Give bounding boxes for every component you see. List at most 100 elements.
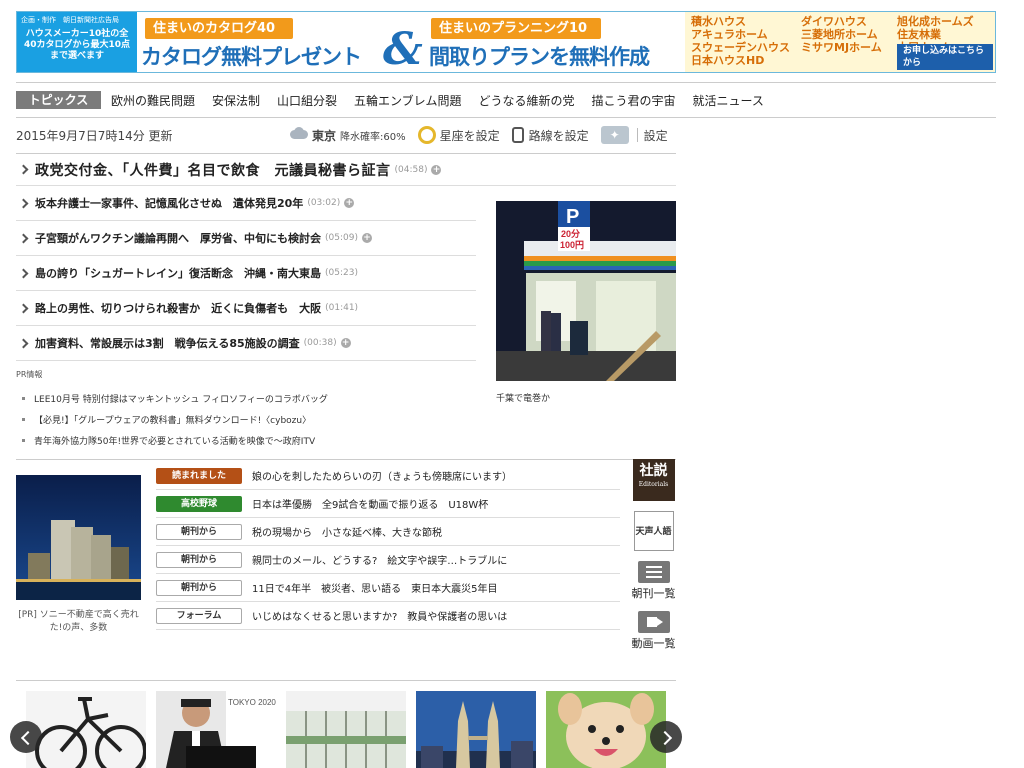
promo-image[interactable]: [16, 475, 141, 600]
parking-sign-price: 100円: [560, 240, 584, 250]
topic-link[interactable]: 描こう君の宇宙: [591, 92, 675, 109]
featured-title[interactable]: いじめはなくせると思いますか? 教員や保護者の思いは: [252, 608, 507, 623]
pr-item-text[interactable]: LEE10月号 特別付録はマッキントッシュ フィロソフィーのコラボバッグ: [34, 392, 328, 405]
featured-title[interactable]: 日本は準優勝 全9試合を動画で振り返る U18W杯: [252, 496, 488, 511]
pr-item-text[interactable]: 青年海外協力隊50年!世界で必要とされている活動を映像で～政府ITV: [34, 434, 315, 447]
brand-name: スウェーデンハウス: [691, 41, 790, 54]
ad-banner[interactable]: 企画・制作 朝日新聞社広告局 ハウスメーカー10社の全40カタログから最大10点…: [16, 11, 996, 75]
video-list-link[interactable]: 動画一覧: [631, 635, 676, 651]
topic-link[interactable]: 安保法制: [212, 92, 260, 109]
banner-tag-catalog-text: 住まいのカタログ: [153, 21, 258, 36]
pr-item[interactable]: 【必見!】「グループウェアの教科書」無料ダウンロード!〈cybozu〉: [16, 409, 476, 430]
bullet-icon: [22, 397, 25, 400]
banner-sponsor-label: 企画・制作 朝日新聞社広告局: [21, 16, 119, 24]
featured-item[interactable]: 朝刊から 親同士のメール、どうする? 絵文字や誤字…トラブルに: [156, 546, 620, 574]
parking-sign-letter: P: [566, 206, 579, 228]
news-list: 坂本弁護士一家事件、記憶風化させぬ 遺体発見20年 (03:02) + 子宮頸が…: [16, 186, 476, 361]
featured-item[interactable]: フォーラム いじめはなくせると思いますか? 教員や保護者の思いは: [156, 602, 620, 630]
banner-apply-button[interactable]: お申し込みはこちらから: [897, 44, 993, 70]
pr-section: PR情報 LEE10月号 特別付録はマッキントッシュ フィロソフィーのコラボバッ…: [16, 369, 476, 451]
route-setting-link[interactable]: 路線を設定: [529, 127, 589, 144]
news-title[interactable]: 路上の男性、切りつけられ殺害か 近くに負傷者も 大阪: [35, 300, 321, 316]
folding-bike-image: [26, 691, 146, 768]
news-item[interactable]: 加害資料、常設展示は3割 戦争伝える85施設の調査 (00:38) +: [16, 326, 476, 361]
cloud-icon: [288, 127, 310, 143]
topic-link[interactable]: 五輪エンブレム問題: [354, 92, 461, 109]
featured-item[interactable]: 高校野球 日本は準優勝 全9試合を動画で振り返る U18W杯: [156, 490, 620, 518]
brand-name: 住友林業: [897, 28, 941, 41]
pr-item[interactable]: 青年海外協力隊50年!世界で必要とされている活動を映像で～政府ITV: [16, 430, 476, 451]
weather-widget[interactable]: 東京 降水確率:60%: [288, 127, 418, 144]
news-photo[interactable]: P 20分 100円: [496, 201, 676, 381]
topic-link[interactable]: 山口組分裂: [277, 92, 337, 109]
banner-center[interactable]: 住まいのカタログ40 カタログ無料プレゼント & 住まいのプランニング10 間取…: [137, 12, 685, 75]
news-title[interactable]: 子宮頸がんワクチン議論再開へ 厚労省、中旬にも検討会: [35, 230, 321, 246]
list-icon[interactable]: [637, 561, 670, 583]
chevron-right-icon: [18, 233, 29, 243]
lead-headline-title[interactable]: 政党交付金、「人件費」名目で飲食 元議員秘書ら証言: [35, 160, 391, 180]
carousel-thumb[interactable]: [286, 691, 406, 768]
pr-item[interactable]: LEE10月号 特別付録はマッキントッシュ フィロソフィーのコラボバッグ: [16, 388, 476, 409]
news-item[interactable]: 島の誇り「シュガートレイン」復活断念 沖縄・南大東島 (05:23): [16, 256, 476, 291]
featured-list: 読まれました 娘の心を刺したためらいの刃（きょうも傍聴席にいます） 高校野球 日…: [156, 462, 620, 630]
banner-ampersand: &: [383, 24, 423, 75]
topic-link[interactable]: どうなる維新の党: [478, 92, 574, 109]
photo-caption[interactable]: 千葉で竜巻か: [496, 391, 550, 404]
carousel-thumb[interactable]: [546, 691, 666, 768]
plus-icon: +: [340, 338, 351, 348]
pr-item-text[interactable]: 【必見!】「グループウェアの教科書」無料ダウンロード!〈cybozu〉: [34, 413, 311, 426]
editorial-label-en: Editorials: [638, 481, 669, 488]
banner-left-panel[interactable]: 企画・制作 朝日新聞社広告局 ハウスメーカー10社の全40カタログから最大10点…: [17, 12, 137, 72]
editorial-button[interactable]: 社説 Editorials: [632, 459, 675, 501]
horoscope-setting-link[interactable]: 星座を設定: [440, 127, 500, 144]
topic-link[interactable]: 欧州の難民問題: [111, 92, 195, 109]
tensei-jingo-button[interactable]: 天声人語: [633, 511, 674, 551]
featured-item[interactable]: 読まれました 娘の心を刺したためらいの刃（きょうも傍聴席にいます）: [156, 462, 620, 490]
parking-sign-time: 20分: [561, 228, 580, 239]
carousel-thumb[interactable]: [416, 691, 536, 768]
video-icon[interactable]: [637, 611, 670, 633]
train-icon: [511, 127, 524, 143]
rain-probability: 降水確率:60%: [340, 131, 406, 143]
news-title[interactable]: 坂本弁護士一家事件、記憶風化させぬ 遺体発見20年: [35, 195, 303, 211]
topic-link[interactable]: 就活ニュース: [692, 92, 763, 109]
morning-edition-list-link[interactable]: 朝刊一覧: [631, 585, 676, 601]
banner-tag-catalog-num: 40: [257, 21, 276, 36]
featured-item[interactable]: 朝刊から 税の現場から 小さな延べ棒、大きな節税: [156, 518, 620, 546]
lead-headline[interactable]: 政党交付金、「人件費」名目で飲食 元議員秘書ら証言 (04:58) +: [16, 153, 676, 186]
zodiac-icon: [417, 126, 436, 144]
news-item[interactable]: 坂本弁護士一家事件、記憶風化させぬ 遺体発見20年 (03:02) +: [16, 186, 476, 221]
bullet-icon: [22, 439, 25, 442]
banner-headline-planning: 間取りプランを無料作成: [429, 45, 650, 69]
brand-name: 旭化成ホームズ: [897, 15, 974, 28]
banner-tag-catalog: 住まいのカタログ40: [145, 18, 293, 39]
featured-title[interactable]: 税の現場から 小さな延べ棒、大きな節税: [252, 524, 442, 539]
featured-title[interactable]: 親同士のメール、どうする? 絵文字や誤字…トラブルに: [252, 552, 507, 567]
plus-icon: +: [431, 164, 442, 175]
updated-timestamp: 2015年9月7日7時14分 更新: [16, 128, 173, 143]
news-title[interactable]: 島の誇り「シュガートレイン」復活断念 沖縄・南大東島: [35, 265, 321, 281]
featured-title[interactable]: 11日で4年半 被災者、思い語る 東日本大震災5年目: [252, 580, 497, 595]
featured-item[interactable]: 朝刊から 11日で4年半 被災者、思い語る 東日本大震災5年目: [156, 574, 620, 602]
news-item[interactable]: 路上の男性、切りつけられ殺害か 近くに負傷者も 大阪 (01:41): [16, 291, 476, 326]
banner-brands[interactable]: 積水ハウス ダイワハウス 旭化成ホームズ アキュラホーム 三菱地所ホーム 住友林…: [685, 12, 995, 72]
plus-icon: +: [344, 198, 355, 208]
news-time: (03:02): [307, 198, 341, 208]
settings-link[interactable]: 設定: [644, 127, 668, 144]
carousel-thumb-text: TOKYO 2020: [228, 698, 276, 707]
news-item[interactable]: 子宮頸がんワクチン議論再開へ 厚労省、中旬にも検討会 (05:09) +: [16, 221, 476, 256]
press-conference-image: TOKYO 2020: [156, 691, 276, 768]
side-links: 社説 Editorials 天声人語 朝刊一覧 動画一覧: [631, 459, 676, 661]
carousel-thumb[interactable]: TOKYO 2020: [156, 691, 276, 768]
news-time: (05:09): [325, 233, 358, 243]
chevron-right-icon: [18, 338, 29, 348]
photo-carousel: TOKYO 2020: [16, 691, 676, 768]
carousel-thumb[interactable]: [26, 691, 146, 768]
carousel-prev-button[interactable]: [10, 721, 42, 753]
category-badge: 朝刊から: [156, 579, 242, 596]
news-title[interactable]: 加害資料、常設展示は3割 戦争伝える85施設の調査: [35, 335, 300, 351]
twitter-icon[interactable]: ✦: [600, 126, 629, 144]
featured-title[interactable]: 娘の心を刺したためらいの刃（きょうも傍聴席にいます）: [252, 468, 512, 483]
carousel-next-button[interactable]: [650, 721, 682, 753]
promo-caption[interactable]: [PR] ソニー不動産で高く売れた!の声、多数: [16, 609, 141, 635]
